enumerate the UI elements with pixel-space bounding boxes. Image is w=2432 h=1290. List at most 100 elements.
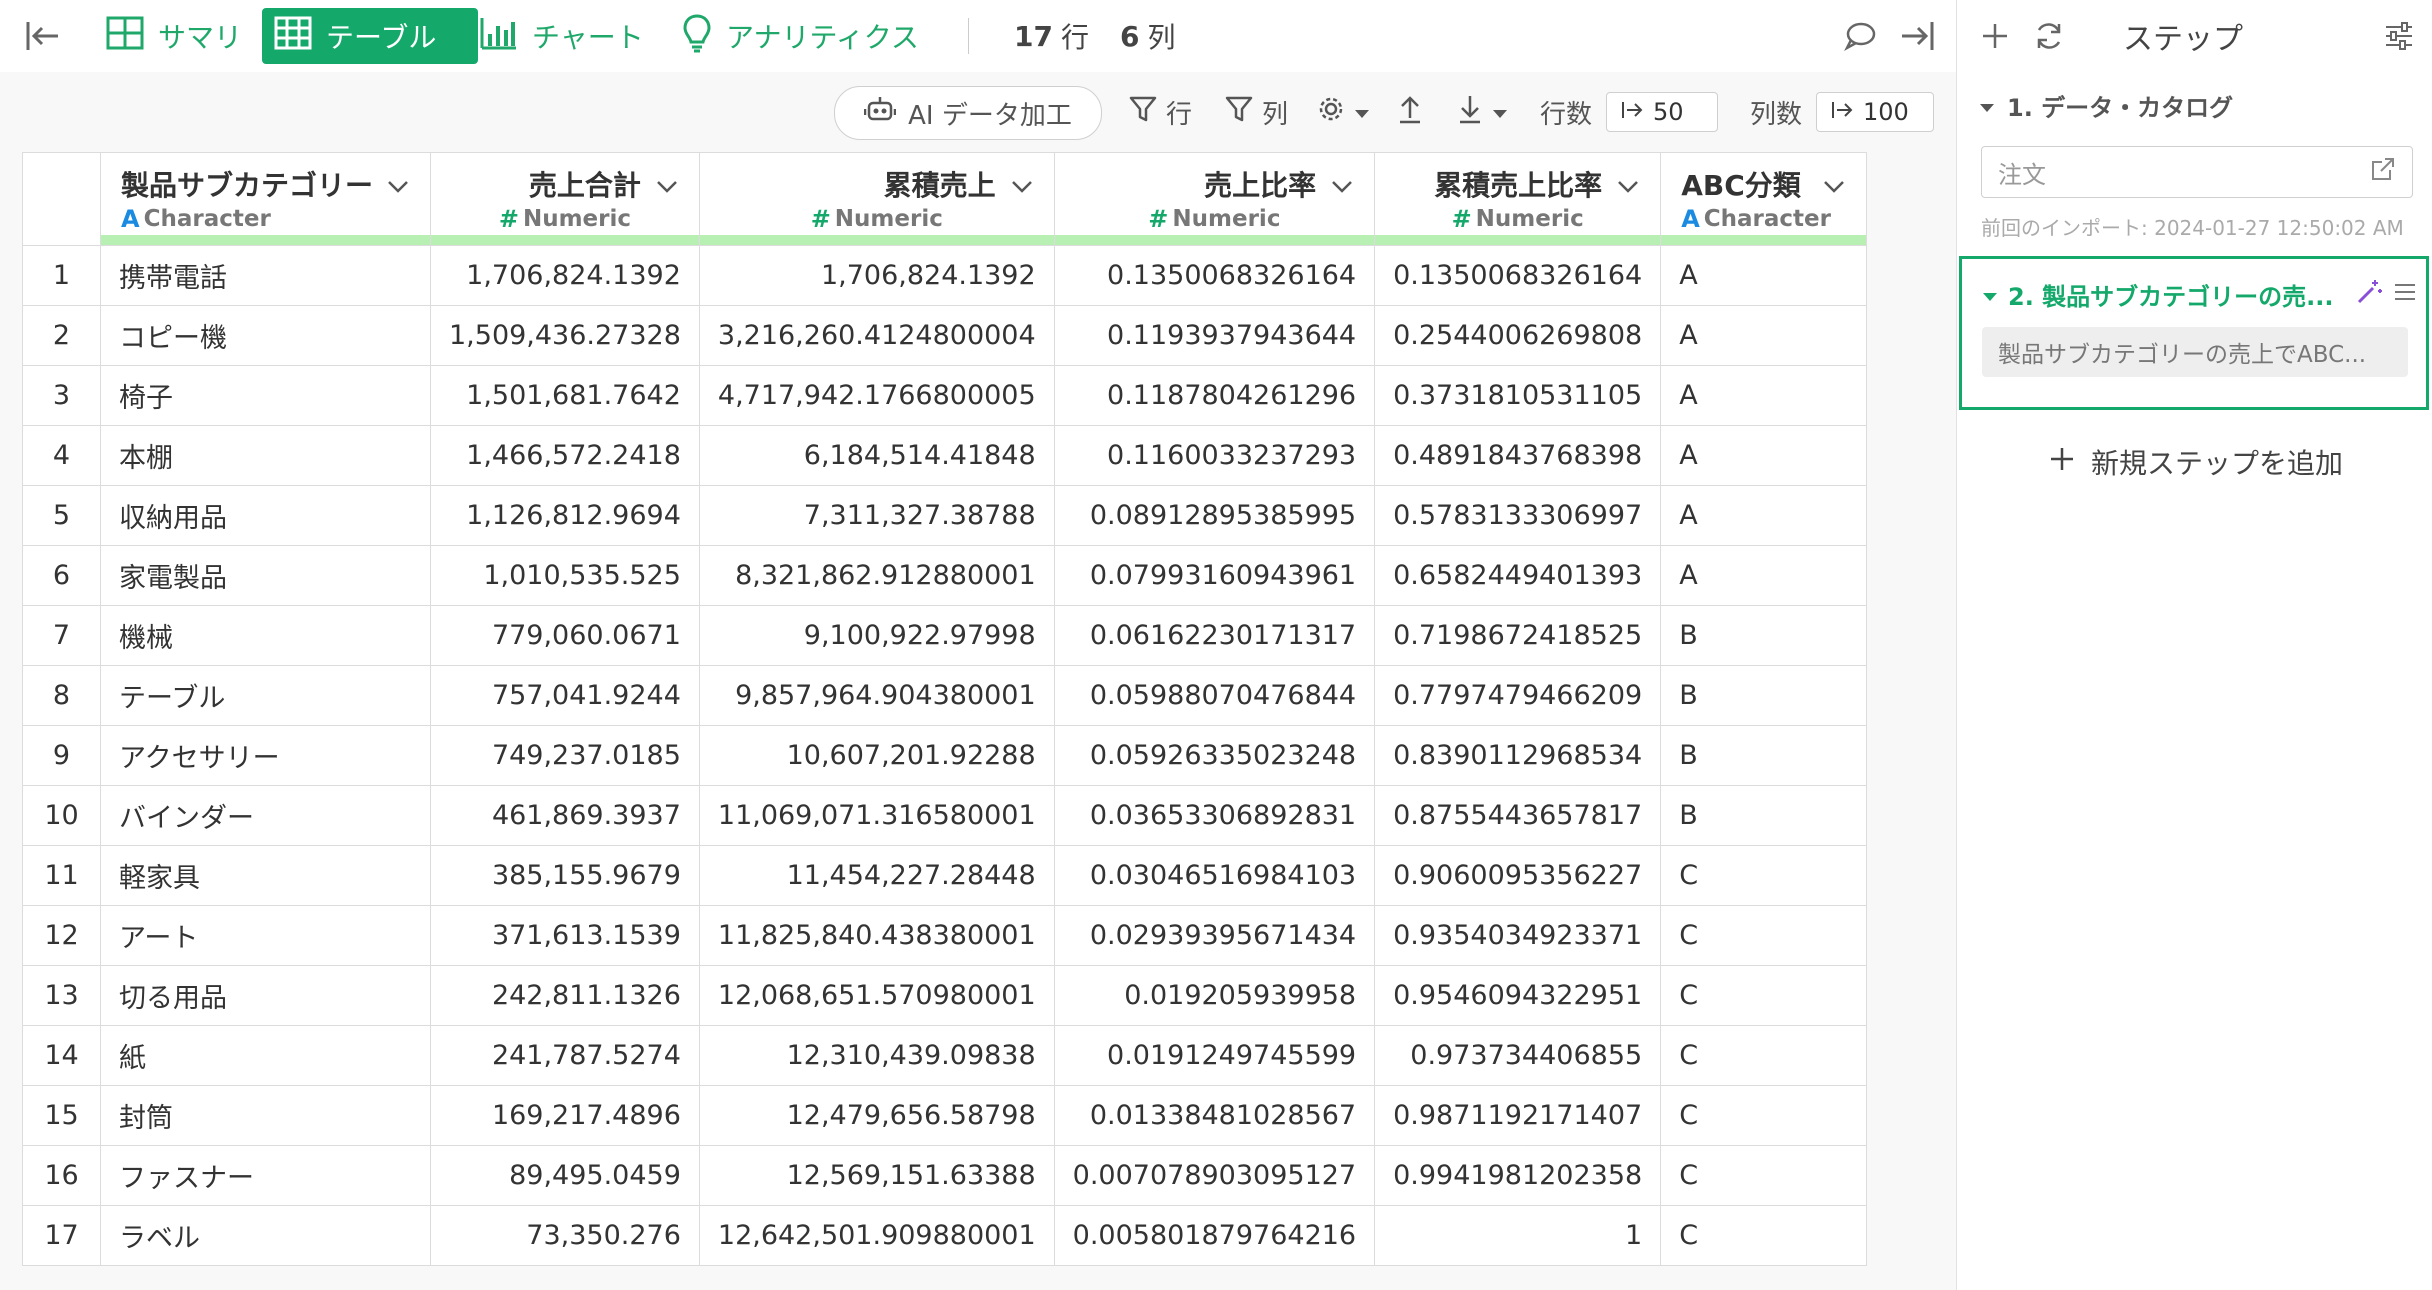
row-filter-button[interactable]: 行 [1128,86,1192,138]
cell-sales-total[interactable]: 169,217.4896 [430,1085,700,1146]
cell-cumulative-ratio[interactable]: 1 [1374,1205,1662,1266]
cell-subcategory[interactable]: 椅子 [100,365,431,426]
cell-sales-ratio[interactable]: 0.1160033237293 [1053,425,1376,486]
cell-sales-ratio[interactable]: 0.01338481028567 [1053,1085,1376,1146]
cell-abc-class[interactable]: C [1660,1145,1868,1206]
cell-abc-class[interactable]: B [1660,785,1868,846]
cell-abc-class[interactable]: C [1660,965,1868,1026]
cell-cumulative-sales[interactable]: 12,569,151.63388 [698,1145,1055,1206]
upload-button[interactable] [1396,86,1424,138]
cell-abc-class[interactable]: B [1660,725,1868,786]
table-row[interactable]: 14 紙 241,787.5274 12,310,439.09838 0.0191249… [22,1025,1868,1086]
cell-sales-total[interactable]: 1,509,436.27328 [430,305,700,366]
row-number[interactable]: 9 [22,725,101,786]
cell-cumulative-sales[interactable]: 4,717,942.1766800005 [698,365,1055,426]
cell-cumulative-ratio[interactable]: 0.7198672418525 [1374,605,1662,666]
cell-sales-total[interactable]: 1,501,681.7642 [430,365,700,426]
table-row[interactable]: 12 アート 371,613.1539 11,825,840.438380001 0.0… [22,905,1868,966]
table-row[interactable]: 7 機械 779,060.0671 9,100,922.97998 0.06162230… [22,605,1868,666]
tab-table[interactable]: テーブル [262,8,478,64]
table-row[interactable]: 4 本棚 1,466,572.2418 6,184,514.41848 0.116003… [22,425,1868,486]
collapse-right-icon[interactable] [1896,14,1940,58]
cell-cumulative-ratio[interactable]: 0.9354034923371 [1374,905,1662,966]
cell-subcategory[interactable]: 機械 [100,605,431,666]
add-step-button[interactable]: 新規ステップを追加 [2049,442,2343,482]
cell-sales-ratio[interactable]: 0.06162230171317 [1053,605,1376,666]
cell-sales-total[interactable]: 371,613.1539 [430,905,700,966]
cell-cumulative-ratio[interactable]: 0.9546094322951 [1374,965,1662,1026]
cell-abc-class[interactable]: A [1660,545,1868,606]
cell-subcategory[interactable]: テーブル [100,665,431,726]
column-header[interactable]: 売上比率 # Numeric [1053,152,1376,246]
cell-cumulative-sales[interactable]: 3,216,260.4124800004 [698,305,1055,366]
settings-dropdown[interactable] [1316,86,1370,138]
row-number[interactable]: 16 [22,1145,101,1206]
cell-sales-ratio[interactable]: 0.05988070476844 [1053,665,1376,726]
external-link-icon[interactable] [2370,156,2396,188]
cell-subcategory[interactable]: コピー機 [100,305,431,366]
row-number[interactable]: 6 [22,545,101,606]
cell-subcategory[interactable]: 紙 [100,1025,431,1086]
cell-abc-class[interactable]: A [1660,305,1868,366]
cell-sales-total[interactable]: 242,811.1326 [430,965,700,1026]
cell-cumulative-sales[interactable]: 10,607,201.92288 [698,725,1055,786]
row-number[interactable]: 3 [22,365,101,426]
row-number[interactable]: 12 [22,905,101,966]
rows-limit-input[interactable]: 50 [1606,92,1718,132]
cell-subcategory[interactable]: 家電製品 [100,545,431,606]
table-row[interactable]: 17 ラベル 73,350.276 12,642,501.909880001 0.005… [22,1205,1868,1266]
comment-icon[interactable] [1840,16,1880,56]
cell-subcategory[interactable]: ファスナー [100,1145,431,1206]
cell-subcategory[interactable]: 本棚 [100,425,431,486]
cell-sales-ratio[interactable]: 0.1187804261296 [1053,365,1376,426]
cell-cumulative-ratio[interactable]: 0.7797479466209 [1374,665,1662,726]
row-number[interactable]: 7 [22,605,101,666]
cell-cumulative-ratio[interactable]: 0.6582449401393 [1374,545,1662,606]
table-row[interactable]: 3 椅子 1,501,681.7642 4,717,942.1766800005 0.1… [22,365,1868,426]
cell-cumulative-sales[interactable]: 8,321,862.912880001 [698,545,1055,606]
cell-subcategory[interactable]: 軽家具 [100,845,431,906]
cell-cumulative-sales[interactable]: 12,479,656.58798 [698,1085,1055,1146]
cell-sales-total[interactable]: 73,350.276 [430,1205,700,1266]
column-header[interactable]: 累積売上比率 # Numeric [1374,152,1662,246]
table-row[interactable]: 9 アクセサリー 749,237.0185 10,607,201.92288 0.059… [22,725,1868,786]
row-number[interactable]: 4 [22,425,101,486]
column-header[interactable]: 製品サブカテゴリー A Character [100,152,431,246]
cell-cumulative-ratio[interactable]: 0.1350068326164 [1374,245,1662,306]
cell-sales-ratio[interactable]: 0.005801879764216 [1053,1205,1376,1266]
menu-icon[interactable] [2390,277,2420,307]
step-2-header[interactable]: 2. 製品サブカテゴリーの売... [1982,277,2334,312]
refresh-icon[interactable] [2027,14,2071,58]
table-row[interactable]: 2 コピー機 1,509,436.27328 3,216,260.4124800004… [22,305,1868,366]
step-1-header[interactable]: 1. データ・カタログ [1979,88,2233,123]
cell-sales-total[interactable]: 461,869.3937 [430,785,700,846]
column-header[interactable]: ABC分類 A Character [1660,152,1868,246]
cell-subcategory[interactable]: ラベル [100,1205,431,1266]
chevron-down-icon[interactable] [1822,168,1846,201]
data-source-note-input[interactable]: 注文 [1981,146,2413,198]
cell-cumulative-sales[interactable]: 9,857,964.904380001 [698,665,1055,726]
cell-cumulative-ratio[interactable]: 0.9941981202358 [1374,1145,1662,1206]
row-number[interactable]: 11 [22,845,101,906]
row-number[interactable]: 15 [22,1085,101,1146]
cell-cumulative-sales[interactable]: 12,068,651.570980001 [698,965,1055,1026]
tab-summary[interactable]: サマリ [94,10,254,62]
cell-sales-ratio[interactable]: 0.007078903095127 [1053,1145,1376,1206]
table-row[interactable]: 13 切る用品 242,811.1326 12,068,651.570980001 0.… [22,965,1868,1026]
cell-sales-ratio[interactable]: 0.0191249745599 [1053,1025,1376,1086]
cell-cumulative-ratio[interactable]: 0.3731810531105 [1374,365,1662,426]
table-row[interactable]: 11 軽家具 385,155.9679 11,454,227.28448 0.03046… [22,845,1868,906]
cell-abc-class[interactable]: C [1660,845,1868,906]
cell-subcategory[interactable]: バインダー [100,785,431,846]
ai-data-wrangling-button[interactable]: AI データ加工 [834,86,1102,140]
row-number[interactable]: 5 [22,485,101,546]
cell-sales-ratio[interactable]: 0.08912895385995 [1053,485,1376,546]
chevron-down-icon[interactable] [1010,168,1034,201]
cell-sales-total[interactable]: 1,126,812.9694 [430,485,700,546]
cell-sales-ratio[interactable]: 0.019205939958 [1053,965,1376,1026]
row-number[interactable]: 10 [22,785,101,846]
table-row[interactable]: 16 ファスナー 89,495.0459 12,569,151.63388 0.0070… [22,1145,1868,1206]
cell-abc-class[interactable]: A [1660,245,1868,306]
cell-abc-class[interactable]: C [1660,905,1868,966]
row-number[interactable]: 8 [22,665,101,726]
